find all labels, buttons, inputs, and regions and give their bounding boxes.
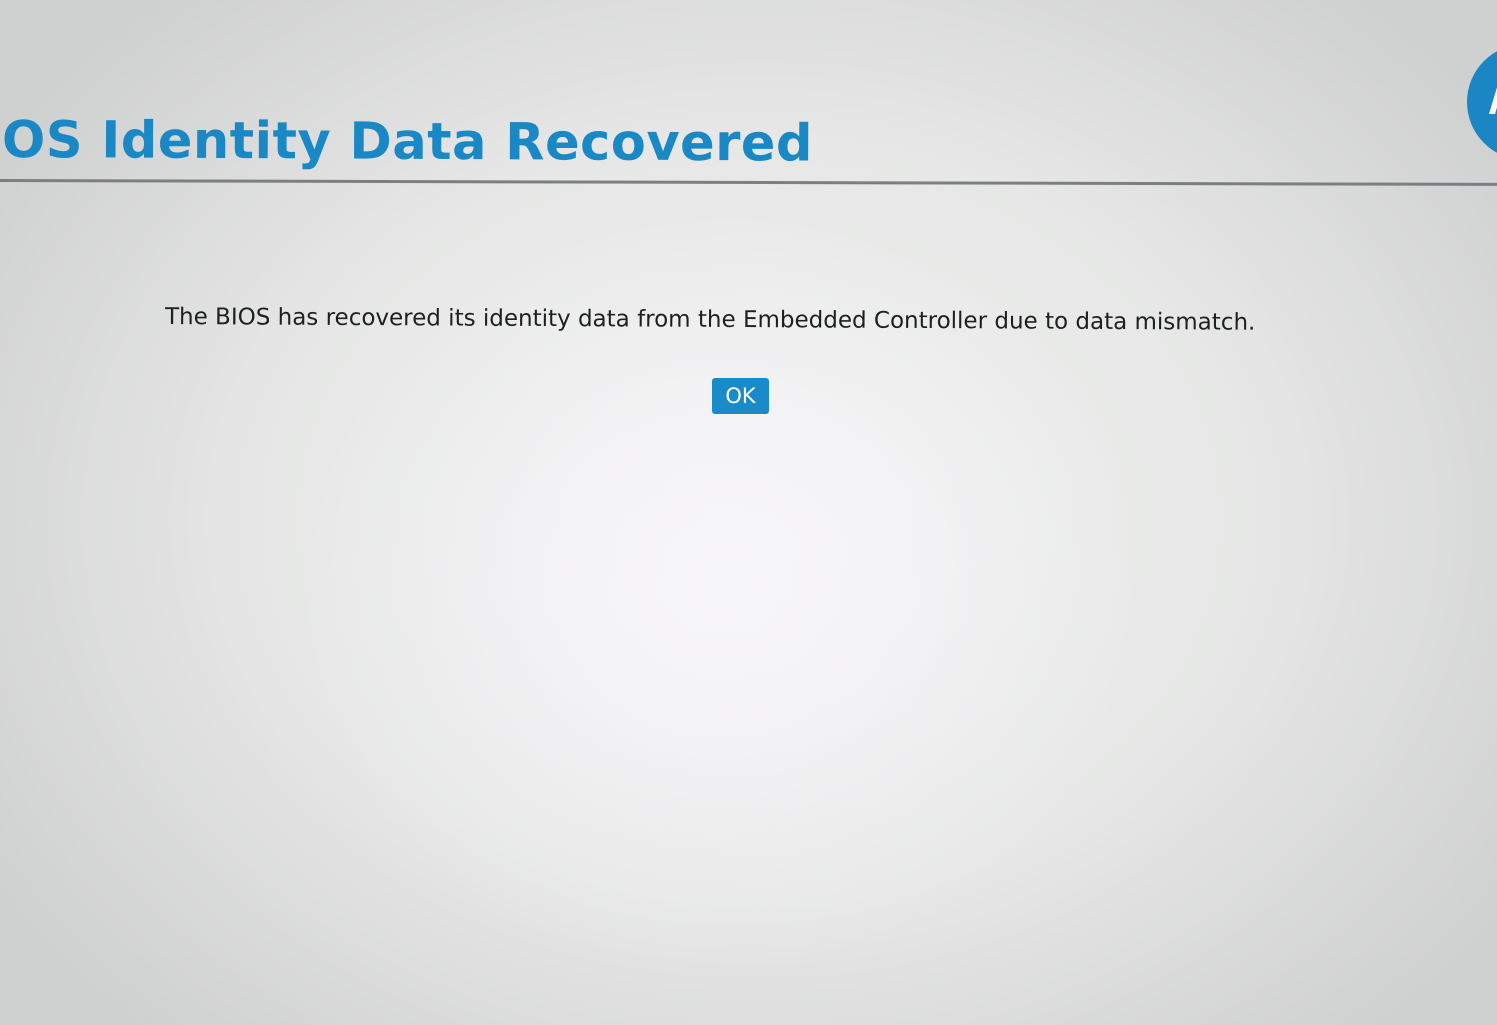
title-divider bbox=[0, 179, 1497, 186]
dialog-message: The BIOS has recovered its identity data… bbox=[164, 304, 1256, 336]
page-title: OS Identity Data Recovered bbox=[1, 111, 814, 174]
hp-logo-icon bbox=[1467, 44, 1497, 160]
hp-logo-mark bbox=[1489, 87, 1497, 114]
bios-screen: OS Identity Data Recovered The BIOS has … bbox=[0, 0, 1497, 1025]
header: OS Identity Data Recovered bbox=[0, 0, 1497, 186]
ok-button[interactable]: OK bbox=[712, 378, 769, 414]
